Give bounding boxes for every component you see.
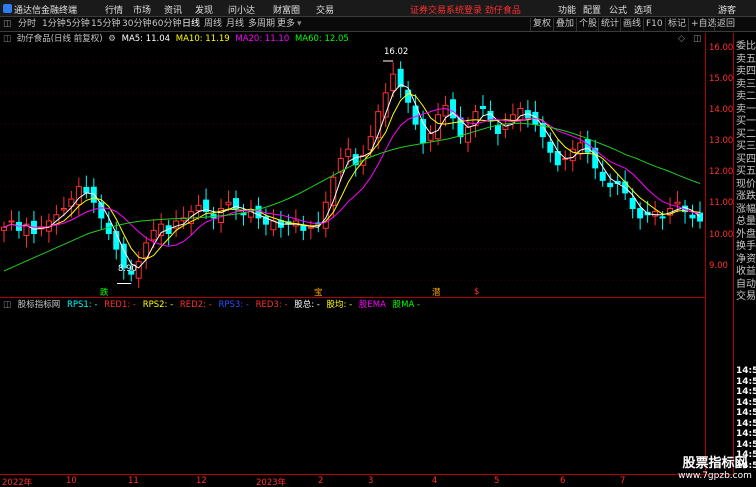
quote-side-panel: 委比 卖五 卖四 卖三 卖二 卖一 买一 买二 买三 买四 买五 现价 涨跌 涨幅 总量 外盘 换手 净资 收益 自动… [733, 33, 756, 473]
candle-body [547, 141, 554, 153]
candle-body [225, 201, 232, 206]
x-tick: 2022年 [2, 478, 33, 487]
candle-body [307, 226, 314, 229]
candle-body [697, 212, 703, 222]
y-tick: 10.00 [709, 230, 734, 240]
y-tick: 14.00 [709, 105, 734, 115]
candle-body [8, 220, 15, 223]
ema-value: 股EMA [358, 300, 386, 310]
x-tick: 5 [494, 476, 500, 486]
app-window: { "topbar":{ "app_name":"通达信金融终端", "menu… [0, 0, 756, 487]
average-value: 股均: - [326, 300, 353, 310]
side-label: 交易 [736, 291, 756, 302]
rps2-value: RPS2: - [142, 300, 174, 310]
trade-time: 14:50 [736, 387, 756, 397]
y-tick: 16.00 [709, 43, 734, 53]
candle-body [427, 133, 434, 141]
candle-body [689, 214, 696, 219]
date-axis: 2022年 10 11 12 2023年 2 3 4 5 6 7 [0, 474, 733, 487]
watermark-url: www.7gpzb.com [678, 471, 752, 481]
x-tick: 2 [318, 476, 324, 486]
candle-body [465, 126, 471, 143]
red1-value: RED1: - [104, 300, 136, 310]
btn-back[interactable]: 返回 [714, 18, 737, 31]
x-tick: 4 [432, 476, 438, 486]
candle-body [322, 201, 329, 229]
trade-time: 14:50 [736, 376, 756, 387]
ma-value: 股MA - [392, 300, 421, 310]
trade-time: 14:50 [736, 408, 756, 418]
candle-body [629, 197, 636, 209]
x-tick: 12 [196, 476, 207, 486]
red2-value: RED2: - [179, 300, 212, 310]
rps3-value: RPS3: - [218, 300, 249, 310]
indicator-toggle-icon[interactable]: ◫ [3, 300, 11, 310]
x-tick: 3 [368, 476, 374, 486]
candle-body [674, 201, 681, 205]
candle-body [135, 261, 142, 279]
trade-time: 14:50 [736, 397, 756, 408]
indicator-name[interactable]: 股标指标网 [18, 300, 61, 310]
watermark-title: 股票指标网 [682, 456, 748, 471]
candle-body [195, 204, 202, 211]
price-axis: 16.00 15.00 14.00 13.00 12.00 11.00 10.0… [705, 33, 733, 473]
signal-marker-4: $ [474, 287, 480, 297]
candle-body [1, 226, 7, 231]
trade-time: 14:50 [736, 439, 756, 450]
trade-time: 14:50 [736, 418, 756, 429]
y-tick: 11.00 [709, 198, 734, 208]
y-tick: 15.00 [709, 74, 734, 84]
x-tick: 7 [620, 476, 626, 486]
y-tick: 12.00 [709, 167, 734, 177]
candle-body [494, 124, 501, 134]
candle-body [270, 220, 277, 231]
red3-value: RED3: - [255, 300, 288, 310]
candle-body [450, 99, 457, 119]
watermark: 股票指标网 www.7gpzb.com [674, 452, 756, 487]
candle-body [158, 223, 165, 236]
candle-body [83, 186, 90, 194]
candle-body [300, 225, 307, 231]
indicator-bar: ◫ 股标指标网 RPS1: - RED1: - RPS2: - RED2: - … [0, 299, 424, 311]
candle-body [607, 182, 614, 188]
x-tick: 11 [128, 476, 139, 486]
candle-body [390, 73, 397, 92]
candle-body [599, 171, 606, 181]
rps1-value: RPS1: - [66, 300, 98, 310]
high-price-label: 16.02 [384, 47, 409, 57]
low-price-label: 8.90 [118, 264, 137, 274]
kline-chart[interactable] [0, 0, 705, 300]
x-tick: 2023年 [256, 478, 287, 487]
candle-body [75, 186, 82, 206]
candle-body [637, 208, 644, 219]
trade-time: 14:50 [736, 366, 756, 376]
candle-body [479, 105, 486, 110]
candle-body [60, 208, 67, 211]
x-tick: 10 [66, 476, 77, 486]
x-tick: 6 [560, 476, 566, 486]
candle-body [345, 148, 352, 158]
total-value: 股总: - [294, 300, 320, 310]
user-guest[interactable]: 游客 [718, 3, 736, 16]
y-tick: 9.00 [709, 261, 728, 271]
y-tick: 13.00 [709, 136, 734, 146]
trade-time: 14:50 [736, 429, 756, 439]
candle-body [442, 104, 449, 117]
candle-body [652, 211, 659, 217]
candle-body [150, 229, 157, 241]
candle-body [659, 216, 666, 219]
pane-divider[interactable] [0, 297, 705, 298]
